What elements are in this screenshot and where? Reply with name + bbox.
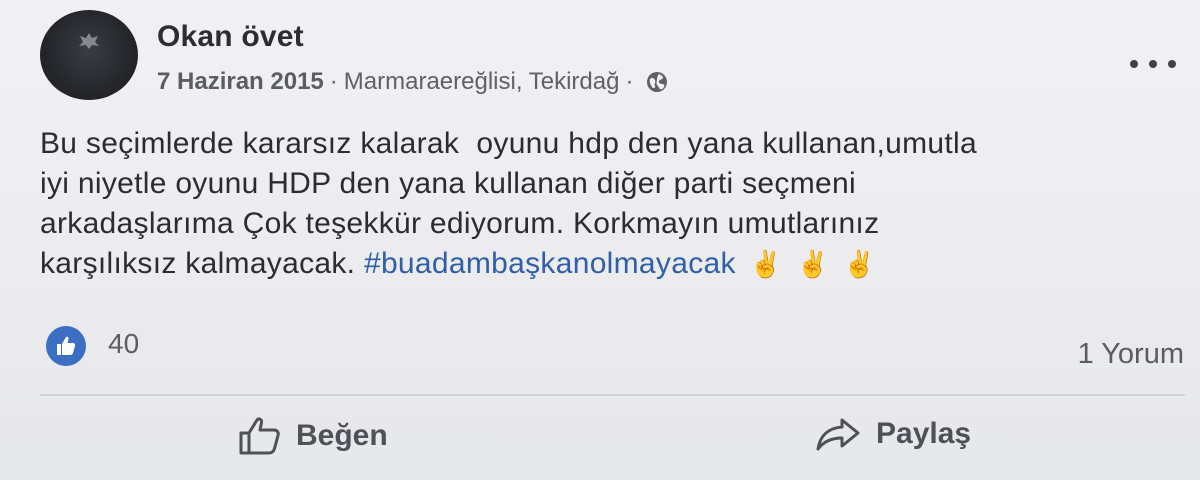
more-dots-icon	[1168, 60, 1176, 68]
post-text-line: arkadaşlarıma Çok teşekkür ediyorum. Kor…	[40, 207, 880, 240]
avatar[interactable]	[40, 10, 138, 100]
victory-emojis: ✌ ✌ ✌	[750, 244, 890, 284]
post-text: Bu seçimlerde kararsız kalarak oyunu hdp…	[40, 124, 1160, 284]
facebook-post: Okan övet 7 Haziran 2015 · Marmaraereğli…	[0, 0, 1200, 480]
post-location[interactable]: Marmaraereğlisi, Tekirdağ	[344, 68, 620, 96]
post-meta: 7 Haziran 2015 · Marmaraereğlisi, Tekird…	[157, 68, 669, 96]
author-name[interactable]: Okan övet	[157, 20, 304, 54]
reaction-count[interactable]: 40	[108, 328, 139, 360]
share-arrow-icon	[816, 418, 860, 451]
post-options-button[interactable]	[1130, 54, 1176, 74]
avatar-emblem-icon	[79, 33, 99, 49]
thumbs-up-icon	[57, 336, 76, 355]
more-dots-icon	[1149, 60, 1157, 68]
post-text-last-line: karşılıksız kalmayacak. #buadambaşkanolm…	[40, 244, 1160, 284]
meta-separator-2: ·	[625, 68, 634, 95]
actions-divider	[40, 394, 1185, 396]
post-text-line: karşılıksız kalmayacak.	[40, 247, 364, 280]
globe-icon[interactable]	[645, 70, 669, 94]
like-button-label: Beğen	[296, 419, 388, 452]
hashtag-link[interactable]: #buadambaşkanolmayacak	[364, 247, 736, 280]
like-reaction-badge[interactable]	[46, 326, 86, 366]
meta-separator: ·	[329, 68, 338, 95]
more-dots-icon	[1130, 60, 1138, 68]
post-text-line: iyi niyetle oyunu HDP den yana kullanan …	[40, 167, 856, 200]
victory-hand-icon: ✌	[749, 249, 783, 279]
share-button[interactable]: Paylaş	[814, 416, 971, 452]
post-text-line: Bu seçimlerde kararsız kalarak oyunu hdp…	[40, 127, 977, 160]
victory-hand-icon: ✌	[796, 249, 830, 279]
post-date[interactable]: 7 Haziran 2015	[157, 68, 324, 96]
thumbs-up-outline-icon	[239, 417, 280, 455]
victory-hand-icon: ✌	[843, 249, 876, 279]
like-button[interactable]: Beğen	[238, 416, 388, 456]
share-button-label: Paylaş	[876, 417, 972, 450]
comment-count-link[interactable]: 1 Yorum	[1078, 338, 1184, 371]
